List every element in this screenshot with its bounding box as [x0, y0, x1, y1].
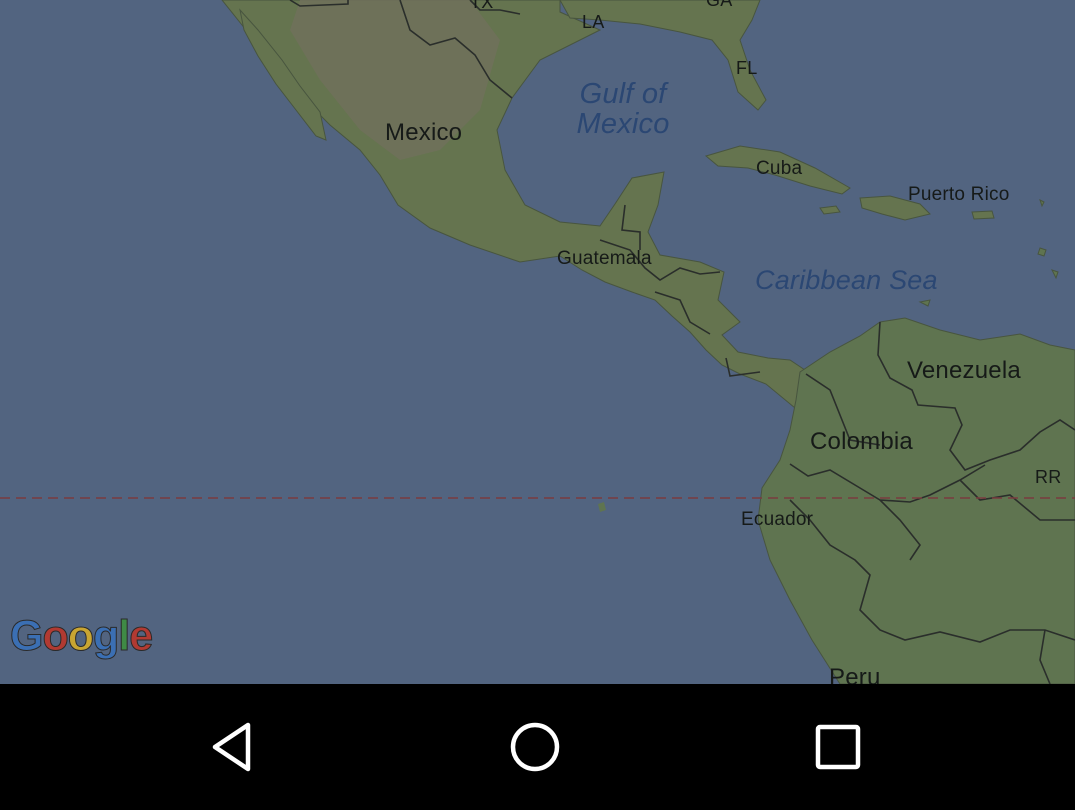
label-ga: GA	[706, 0, 733, 10]
label-cuba: Cuba	[756, 158, 803, 179]
home-circle-icon	[510, 722, 560, 772]
label-mexico: Mexico	[385, 119, 463, 146]
recents-button[interactable]	[793, 704, 883, 790]
map-view[interactable]: TX LA GA FL Mexico Gulf of Mexico Cuba P…	[0, 0, 1075, 684]
puerto-rico-island	[971, 210, 995, 220]
label-tx: TX	[470, 0, 494, 12]
recents-square-icon	[815, 724, 861, 770]
label-colombia: Colombia	[810, 428, 913, 455]
label-rr: RR	[1035, 467, 1062, 487]
label-fl: FL	[736, 58, 758, 78]
screen: TX LA GA FL Mexico Gulf of Mexico Cuba P…	[0, 0, 1075, 810]
back-button[interactable]	[188, 704, 278, 790]
logo-letter: l	[118, 612, 131, 661]
map-canvas	[0, 0, 1075, 684]
navigation-bar	[0, 684, 1075, 810]
logo-letter: e	[129, 612, 154, 661]
label-puerto-rico: Puerto Rico	[908, 184, 1010, 205]
label-venezuela: Venezuela	[907, 357, 1021, 384]
google-logo: Google	[9, 612, 154, 661]
label-guatemala: Guatemala	[557, 248, 652, 269]
label-peru: Peru	[829, 664, 881, 684]
label-la: LA	[582, 12, 605, 32]
label-ecuador: Ecuador	[741, 509, 814, 530]
back-triangle-icon	[212, 722, 251, 772]
label-caribbean-sea: Caribbean Sea	[755, 265, 938, 295]
logo-letter: o	[42, 612, 69, 661]
label-gulf-of-mexico: Gulf of Mexico	[576, 78, 670, 140]
logo-letter: g	[93, 612, 120, 661]
logo-letter: o	[67, 612, 94, 661]
logo-letter: G	[9, 612, 43, 661]
home-button[interactable]	[490, 704, 580, 790]
jamaica-island	[819, 205, 841, 215]
